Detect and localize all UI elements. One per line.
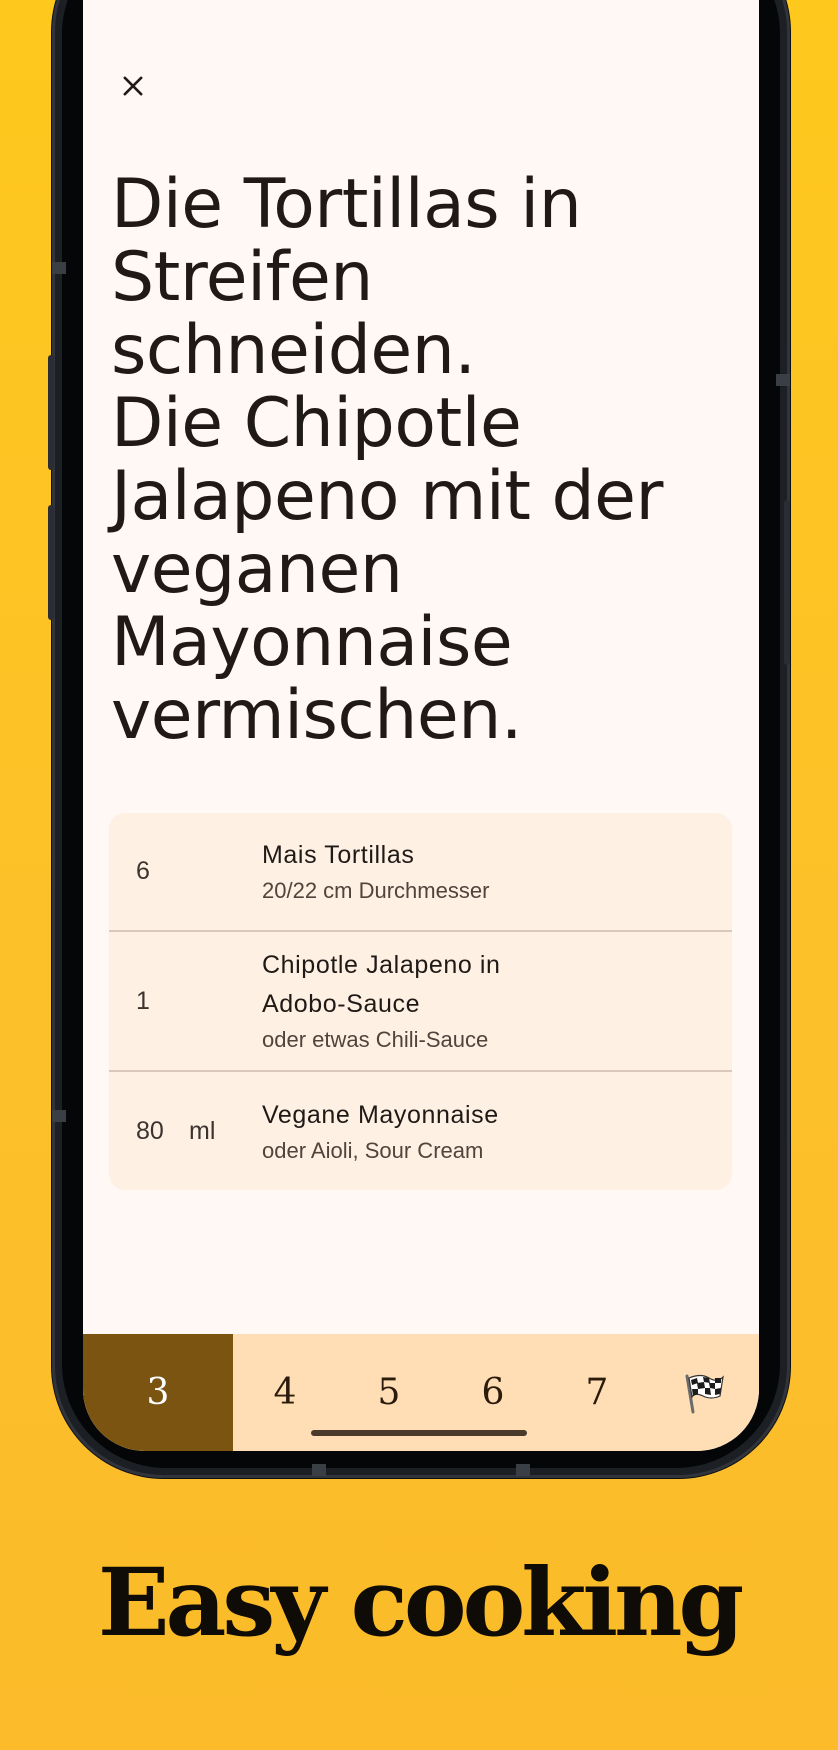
- ingredient-quantity: 6: [136, 857, 150, 885]
- step-number: 5: [377, 1372, 401, 1413]
- ingredient-row: 80 ml Vegane Mayonnaise oder Aioli, Sour…: [109, 1072, 732, 1190]
- antenna-band: [516, 1464, 530, 1476]
- home-indicator[interactable]: [311, 1430, 527, 1436]
- step-number: 6: [481, 1372, 505, 1413]
- ingredient-text: Chipotle Jalapeno in Adobo-Sauce oder et…: [262, 946, 552, 1056]
- step-number: 4: [273, 1372, 297, 1413]
- ingredient-name: Mais Tortillas: [262, 841, 415, 869]
- step-number: 7: [585, 1372, 609, 1413]
- finish-step-button[interactable]: [649, 1334, 759, 1451]
- step-3-button[interactable]: 3: [83, 1334, 233, 1451]
- ingredient-name: Vegane Mayonnaise: [262, 1100, 499, 1129]
- ingredient-text: Vegane Mayonnaise oder Aioli, Sour Cream: [262, 1096, 692, 1167]
- chequered-flag-icon: [685, 1374, 724, 1413]
- antenna-band: [52, 262, 66, 274]
- power-button: [784, 500, 790, 665]
- ingredient-note: 20/22 cm Durchmesser: [262, 878, 490, 903]
- antenna-band: [312, 1464, 326, 1476]
- volume-down-button: [48, 505, 54, 620]
- ingredient-row: 1 Chipotle Jalapeno in Adobo-Sauce oder …: [109, 932, 732, 1072]
- volume-up-button: [48, 355, 54, 470]
- antenna-band: [52, 1110, 66, 1122]
- ingredients-card: 6 Mais Tortillas 20/22 cm Durchmesser 1 …: [109, 813, 732, 1190]
- ingredient-text: Mais Tortillas 20/22 cm Durchmesser: [262, 836, 692, 907]
- antenna-band: [776, 374, 790, 386]
- step-instruction: Die Tortillas in Streifen schneiden. Die…: [111, 165, 663, 755]
- ingredient-unit: ml: [189, 1116, 216, 1145]
- app-screen: Die Tortillas in Streifen schneiden. Die…: [83, 0, 759, 1451]
- close-button[interactable]: [111, 64, 155, 108]
- step-number: 3: [146, 1372, 170, 1413]
- ingredient-quantity: 80: [136, 1116, 164, 1145]
- step-7-button[interactable]: 7: [545, 1334, 649, 1451]
- ingredient-note: oder Aioli, Sour Cream: [262, 1137, 484, 1163]
- tagline: Easy cooking: [97, 1548, 744, 1658]
- close-icon: [123, 76, 143, 96]
- ingredient-note: oder etwas Chili-Sauce: [262, 1027, 489, 1052]
- ingredient-quantity: 1: [136, 986, 150, 1015]
- ingredient-row: 6 Mais Tortillas 20/22 cm Durchmesser: [109, 813, 732, 932]
- ingredient-name: Chipotle Jalapeno in Adobo-Sauce: [262, 951, 501, 1018]
